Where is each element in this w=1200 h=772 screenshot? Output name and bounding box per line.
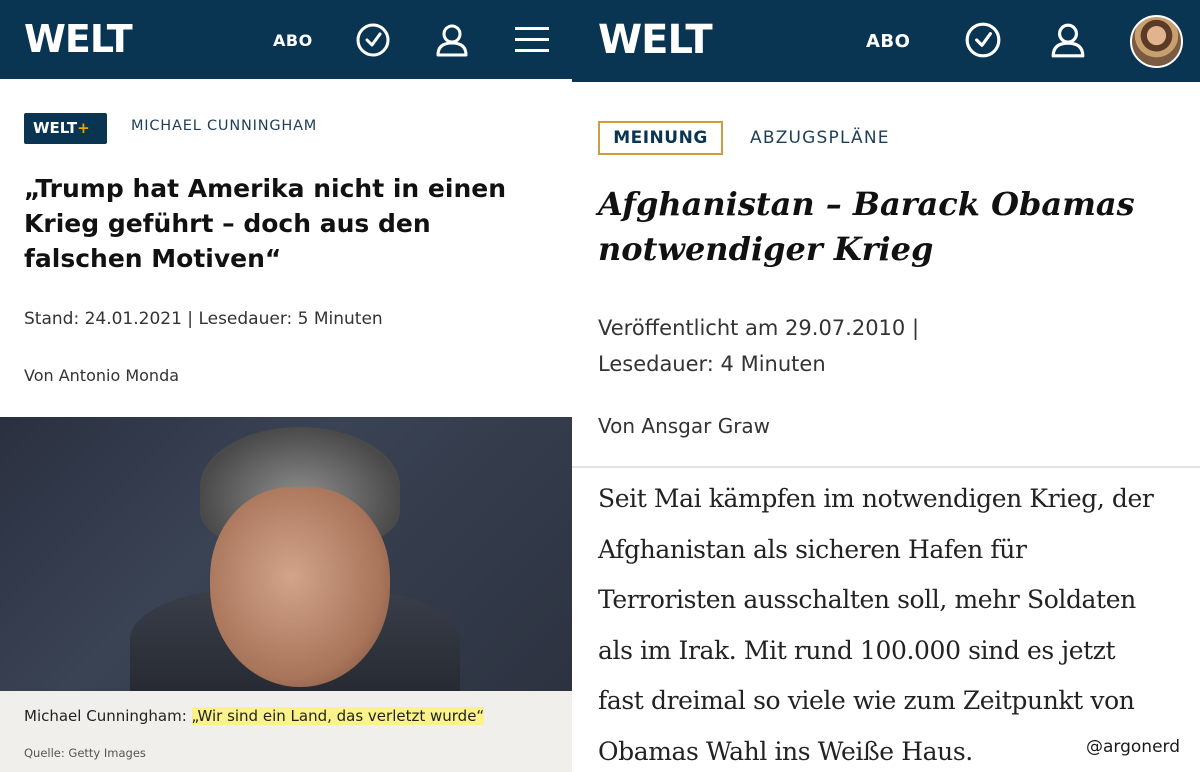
photo-face <box>210 487 390 687</box>
right-screenshot: WELT ABO MEINUNG ABZUGSPLÄNE Afghanistan… <box>572 0 1200 772</box>
body-line: fast dreimal so viele wie zum Zeitpunkt … <box>598 686 1135 715</box>
abo-link[interactable]: ABO <box>866 31 910 52</box>
site-header: WELT ABO <box>0 0 572 79</box>
headline-line: Afghanistan – Barack Obamas <box>598 185 1135 223</box>
body-line: Afghanistan als sicheren Hafen für <box>598 534 1027 564</box>
hamburger-menu-icon[interactable] <box>514 24 550 60</box>
meta-line: Lesedauer: 4 Minuten <box>598 352 826 376</box>
abo-link[interactable]: ABO <box>273 31 313 50</box>
meta-line: Veröffentlicht am 29.07.2010 | <box>598 316 920 340</box>
body-line: Seit Mai kämpfen im notwendigen Krieg, d… <box>598 484 1154 513</box>
article-kicker[interactable]: MICHAEL CUNNINGHAM <box>131 118 317 134</box>
photo-source: Quelle: Getty Images <box>24 746 146 760</box>
left-screenshot: WELT ABO WELT+ MICHAEL CUNNINGHAM „Trump… <box>0 0 572 772</box>
article-headline: Afghanistan – Barack Obamas notwendiger … <box>598 182 1178 272</box>
article-photo <box>0 417 572 691</box>
clock-check-icon[interactable] <box>355 22 391 62</box>
article-byline: Von Ansgar Graw <box>598 414 771 438</box>
welt-logo[interactable]: WELT <box>598 17 713 63</box>
site-header: WELT ABO <box>572 0 1200 82</box>
photo-caption: Michael Cunningham: „Wir sind ein Land, … <box>24 707 485 725</box>
article-kicker[interactable]: ABZUGSPLÄNE <box>750 128 890 148</box>
headline-line: notwendiger Krieg <box>598 230 934 268</box>
avatar[interactable] <box>1130 15 1183 68</box>
caption-prefix: Michael Cunningham: <box>24 707 192 725</box>
caption-quote: „Wir sind ein Land, das verletzt wurde“ <box>191 707 485 725</box>
article-meta: Stand: 24.01.2021 | Lesedauer: 5 Minuten <box>24 309 383 329</box>
article-meta: Veröffentlicht am 29.07.2010 | Lesedauer… <box>598 310 1018 382</box>
body-line: als im Irak. Mit rund 100.000 sind es je… <box>598 635 1116 665</box>
article-byline: Von Antonio Monda <box>24 366 180 385</box>
section-divider <box>572 466 1200 468</box>
welt-plus-badge: WELT+ <box>24 113 107 144</box>
article-body: Seit Mai kämpfen im notwendigen Krieg, d… <box>598 474 1198 772</box>
welt-plus-text: WELT <box>33 119 78 137</box>
watermark-handle: @argonerd <box>1082 737 1185 757</box>
welt-logo[interactable]: WELT <box>24 17 133 61</box>
body-line: Terroristen ausschalten soll, mehr Solda… <box>598 585 1136 614</box>
user-icon[interactable] <box>434 22 470 62</box>
plus-icon: + <box>77 119 90 137</box>
user-icon[interactable] <box>1049 21 1087 63</box>
article-headline: „Trump hat Amerika nicht in einen Krieg … <box>24 174 507 273</box>
meinung-badge: MEINUNG <box>598 121 723 155</box>
clock-check-icon[interactable] <box>964 21 1002 63</box>
